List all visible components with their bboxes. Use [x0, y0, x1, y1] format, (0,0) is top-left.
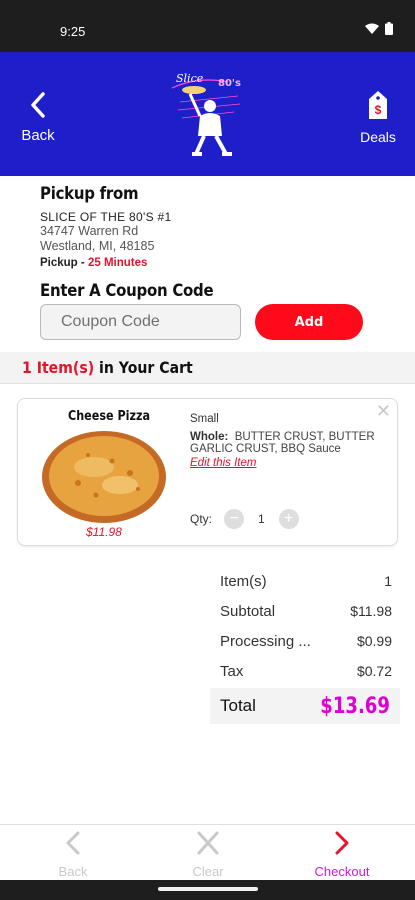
- pickup-title: Pickup from: [40, 184, 139, 204]
- item-options: Whole: BUTTER CRUST, BUTTER GARLIC CRUST…: [190, 431, 386, 455]
- cart-header-suffix: in Your Cart: [94, 358, 193, 377]
- header-deals-label: Deals: [360, 129, 396, 145]
- qty-value: 1: [258, 512, 265, 526]
- summary-row: Processing ... $0.99: [210, 626, 400, 656]
- chevron-left-icon: [33, 831, 113, 860]
- logo-text-80s: 80's: [218, 78, 241, 89]
- close-icon: [168, 831, 248, 860]
- status-time: 9:25: [60, 24, 86, 39]
- wifi-icon: [365, 23, 379, 34]
- store-name: SLICE OF THE 80'S #1: [40, 210, 172, 224]
- qty-increment-button[interactable]: +: [278, 509, 299, 529]
- total-value: $13.69: [320, 693, 390, 719]
- qty-label: Qty:: [190, 512, 213, 526]
- cart-item-count: 1 Item(s): [22, 358, 95, 377]
- nav-checkout-label: Checkout: [314, 864, 370, 879]
- nav-clear-button[interactable]: Clear: [168, 831, 248, 879]
- summary-total-row: Total $13.69: [210, 688, 400, 724]
- coupon-title: Enter A Coupon Code: [40, 281, 214, 301]
- item-details: Small Whole: BUTTER CRUST, BUTTER GARLIC…: [190, 413, 386, 469]
- coupon-code-input[interactable]: [40, 304, 241, 340]
- summary-value: $11.98: [350, 603, 392, 619]
- item-price: $11.98: [86, 525, 122, 539]
- total-label: Total: [220, 696, 256, 715]
- address-line1: 34747 Warren Rd: [40, 224, 139, 238]
- cart-header: 1 Item(s) in Your Cart: [0, 352, 415, 384]
- chevron-right-icon: [302, 831, 382, 860]
- nav-clear-label: Clear: [192, 864, 224, 879]
- address-line2: Westland, MI, 48185: [40, 239, 155, 253]
- header-back-button[interactable]: Back: [18, 92, 58, 144]
- deals-badge: $: [375, 103, 382, 117]
- nav-back-button[interactable]: Back: [33, 831, 113, 879]
- summary-label: Item(s): [220, 572, 267, 590]
- summary-value: 1: [384, 573, 392, 589]
- pickup-label: Pickup: [40, 257, 78, 269]
- pickup-time: 25 Minutes: [87, 257, 148, 269]
- qty-decrement-button[interactable]: −: [224, 509, 245, 529]
- summary-row: Subtotal $11.98: [210, 596, 400, 626]
- app-header: Back Slice 80's $ Deals: [0, 52, 415, 176]
- brand-logo: Slice 80's: [171, 72, 241, 156]
- pickup-section: Pickup from SLICE OF THE 80'S #1 34747 W…: [40, 184, 380, 269]
- nav-back-label: Back: [58, 864, 88, 879]
- pickup-time-line: Pickup - 25 Minutes: [40, 257, 380, 269]
- gesture-bar: [0, 880, 415, 900]
- home-indicator[interactable]: [158, 887, 258, 891]
- summary-label: Processing ...: [220, 632, 311, 650]
- chevron-left-icon: [18, 92, 58, 123]
- item-options-label: Whole:: [190, 431, 229, 443]
- battery-icon: [385, 22, 393, 35]
- item-size: Small: [190, 413, 219, 425]
- summary-row: Tax $0.72: [210, 656, 400, 686]
- price-tag-icon: $: [369, 91, 387, 119]
- summary-row: Item(s) 1: [210, 566, 400, 596]
- cart-header-text: 1 Item(s) in Your Cart: [22, 358, 193, 377]
- order-summary: Item(s) 1 Subtotal $11.98 Processing ... $0…: [210, 566, 400, 724]
- edit-item-link[interactable]: Edit this Item: [190, 457, 256, 469]
- summary-label: Tax: [220, 662, 244, 680]
- quantity-stepper: Qty: − 1 +: [190, 509, 299, 529]
- header-deals-button[interactable]: $ Deals: [357, 90, 399, 145]
- bottom-nav: Back Clear Checkout: [0, 824, 415, 880]
- status-icons: [365, 22, 393, 35]
- item-name: Cheese Pizza: [68, 409, 151, 424]
- pizza-image: [42, 431, 166, 523]
- cart-item-card: Cheese Pizza $11.98 ✕ Small Whole: BUTTE…: [17, 398, 398, 546]
- add-coupon-button[interactable]: Add: [255, 304, 363, 340]
- summary-value: $0.99: [356, 633, 392, 649]
- status-bar: 9:25: [0, 0, 415, 52]
- logo-text-slice: Slice: [176, 72, 204, 85]
- pickup-separator: -: [77, 257, 88, 269]
- summary-label: Subtotal: [220, 602, 276, 620]
- summary-value: $0.72: [356, 663, 392, 679]
- nav-checkout-button[interactable]: Checkout: [302, 831, 382, 879]
- header-back-label: Back: [21, 127, 55, 144]
